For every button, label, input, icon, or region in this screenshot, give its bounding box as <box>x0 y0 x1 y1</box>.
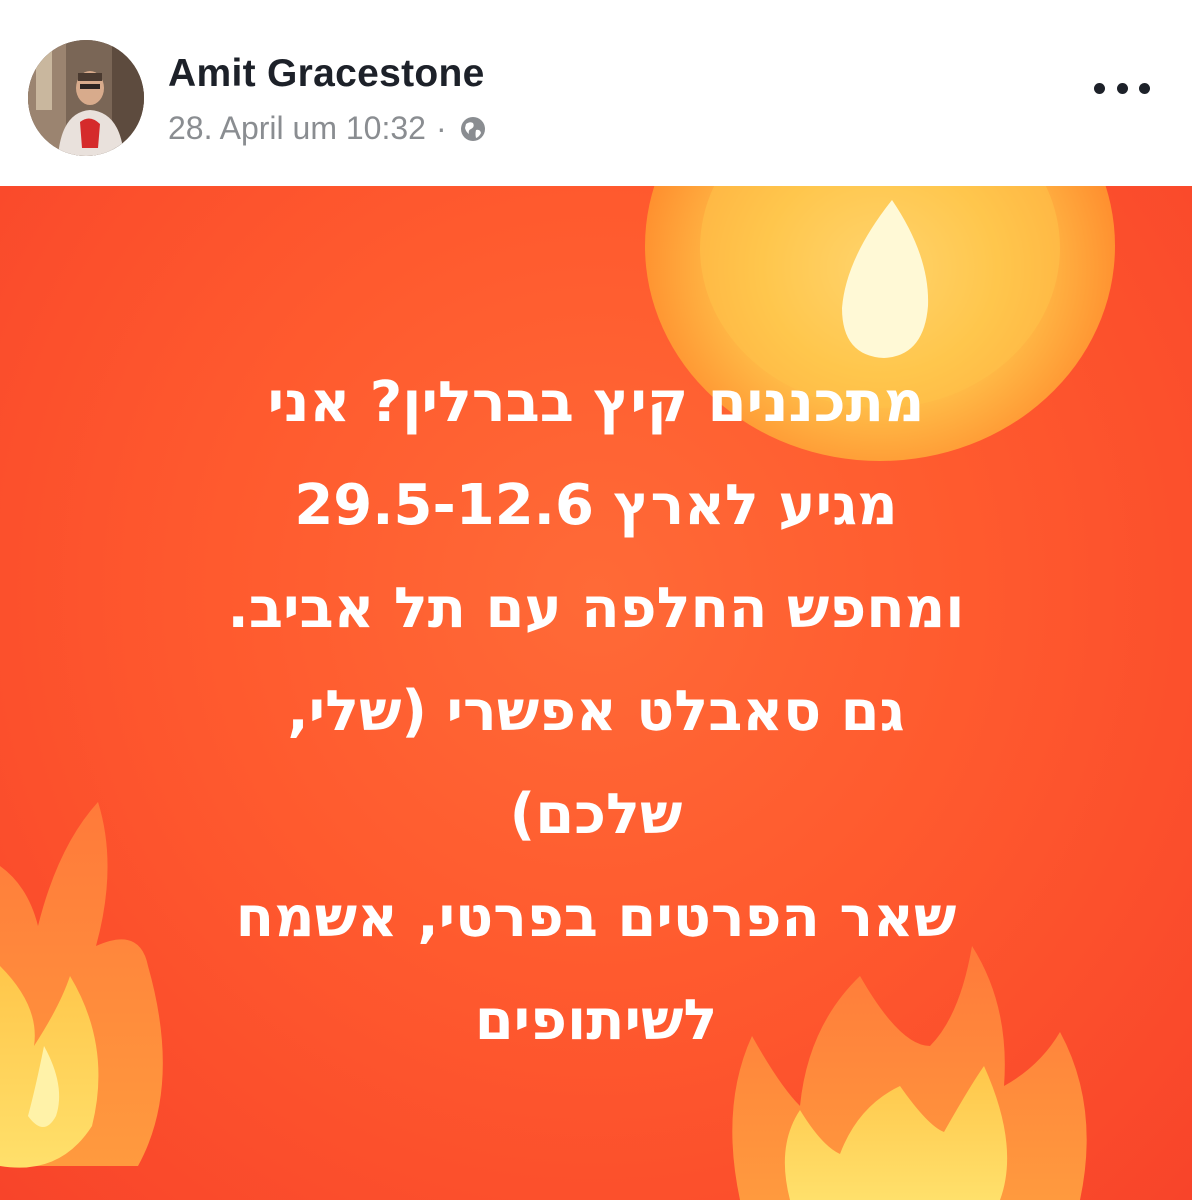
more-horizontal-icon <box>1094 82 1105 94</box>
more-options-button[interactable] <box>1094 68 1150 108</box>
author-name[interactable]: Amit Gracestone <box>168 52 485 96</box>
post-header: Amit Gracestone 28. April um 10:32 · <box>0 0 1192 186</box>
author-avatar[interactable] <box>28 40 144 156</box>
post-timestamp[interactable]: 28. April um 10:32 <box>168 110 426 147</box>
post-image[interactable]: מתכננים קיץ בברלין? אני מגיע לארץ 29.5-1… <box>0 186 1192 1200</box>
text-line: לשיתופים <box>474 988 718 1053</box>
text-line: מתכננים קיץ בברלין? אני <box>267 370 925 435</box>
text-line: שלכם) <box>509 782 683 847</box>
text-line: מגיע לארץ 29.5-12.6 <box>294 473 898 538</box>
meta-separator: · <box>435 109 447 146</box>
post-meta: 28. April um 10:32 · <box>168 108 487 148</box>
text-line: ומחפש החלפה עם תל אביב. <box>227 576 965 641</box>
globe-icon <box>459 114 487 142</box>
text-line: שאר הפרטים בפרטי, אשמח <box>235 885 957 950</box>
post-text: מתכננים קיץ בברלין? אני מגיע לארץ 29.5-1… <box>60 351 1132 1072</box>
text-line: גם סאבלט אפשרי (שלי, <box>287 679 905 744</box>
